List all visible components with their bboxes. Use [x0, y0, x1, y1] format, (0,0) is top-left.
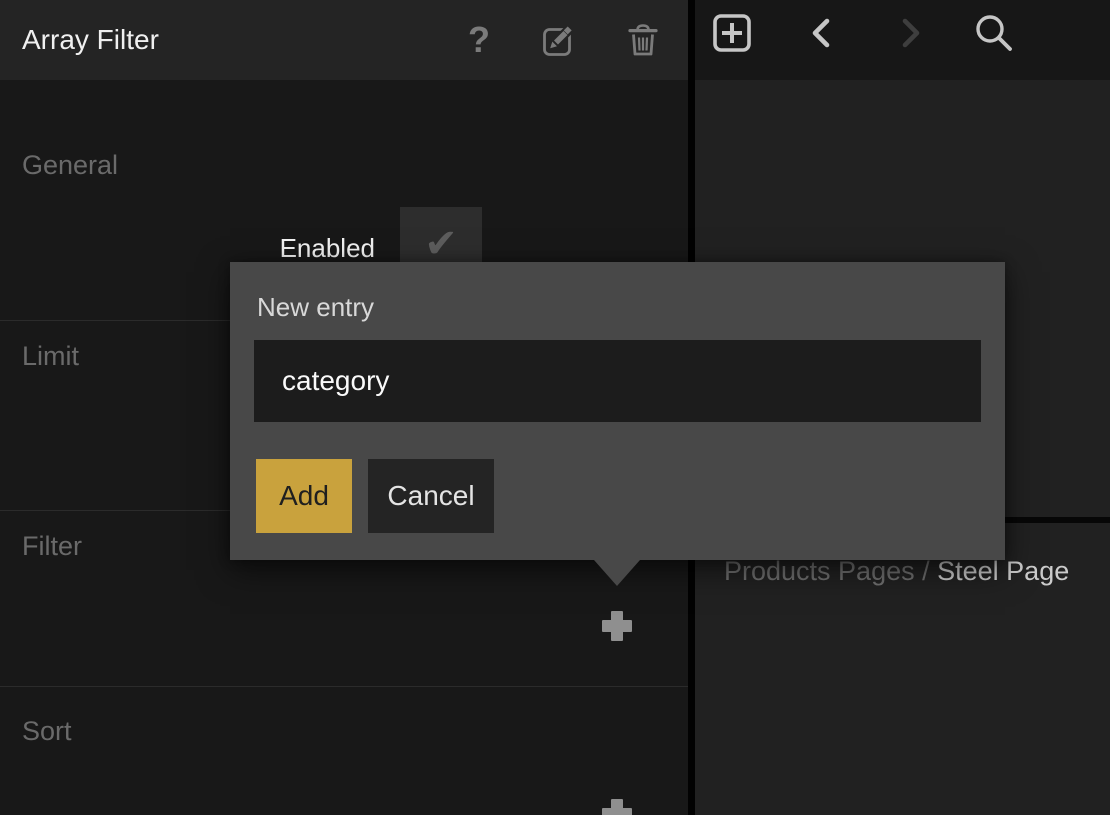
- new-entry-input[interactable]: [254, 340, 981, 422]
- chevron-right-icon: [900, 17, 922, 49]
- popup-caret: [594, 560, 640, 586]
- breadcrumb-parent[interactable]: Products Pages: [724, 556, 915, 586]
- sort-add-entry-button[interactable]: [600, 797, 634, 815]
- section-label-sort: Sort: [22, 716, 72, 747]
- plus-icon: [600, 609, 634, 643]
- chevron-left-icon: [810, 17, 832, 49]
- panel-title: Array Filter: [22, 0, 159, 80]
- search-icon: [970, 10, 1016, 56]
- section-label-filter: Filter: [22, 531, 82, 562]
- enabled-field-label: Enabled: [180, 233, 375, 264]
- delete-button[interactable]: [620, 0, 666, 80]
- help-button[interactable]: ?: [456, 0, 502, 80]
- trash-icon: [627, 23, 659, 57]
- cancel-button[interactable]: Cancel: [368, 459, 494, 533]
- add-button[interactable]: Add: [256, 459, 352, 533]
- edit-button[interactable]: [535, 0, 581, 80]
- help-icon: ?: [468, 19, 490, 61]
- nav-back-button[interactable]: [804, 0, 838, 66]
- nav-forward-button[interactable]: [894, 0, 928, 66]
- new-entry-popup: New entry Add Cancel: [230, 262, 1005, 560]
- breadcrumb-current: Steel Page: [937, 556, 1069, 586]
- filter-add-entry-button[interactable]: [600, 609, 634, 643]
- popup-title: New entry: [257, 292, 374, 323]
- breadcrumb: Products Pages / Steel Page: [724, 556, 1069, 587]
- plus-icon: [600, 797, 634, 815]
- add-page-icon: [712, 13, 752, 53]
- section-label-general: General: [22, 150, 118, 181]
- breadcrumb-separator: /: [915, 556, 938, 586]
- edit-icon: [540, 22, 576, 58]
- section-divider: [0, 686, 688, 687]
- section-label-limit: Limit: [22, 341, 79, 372]
- add-page-button[interactable]: [708, 0, 756, 66]
- search-button[interactable]: [966, 0, 1020, 66]
